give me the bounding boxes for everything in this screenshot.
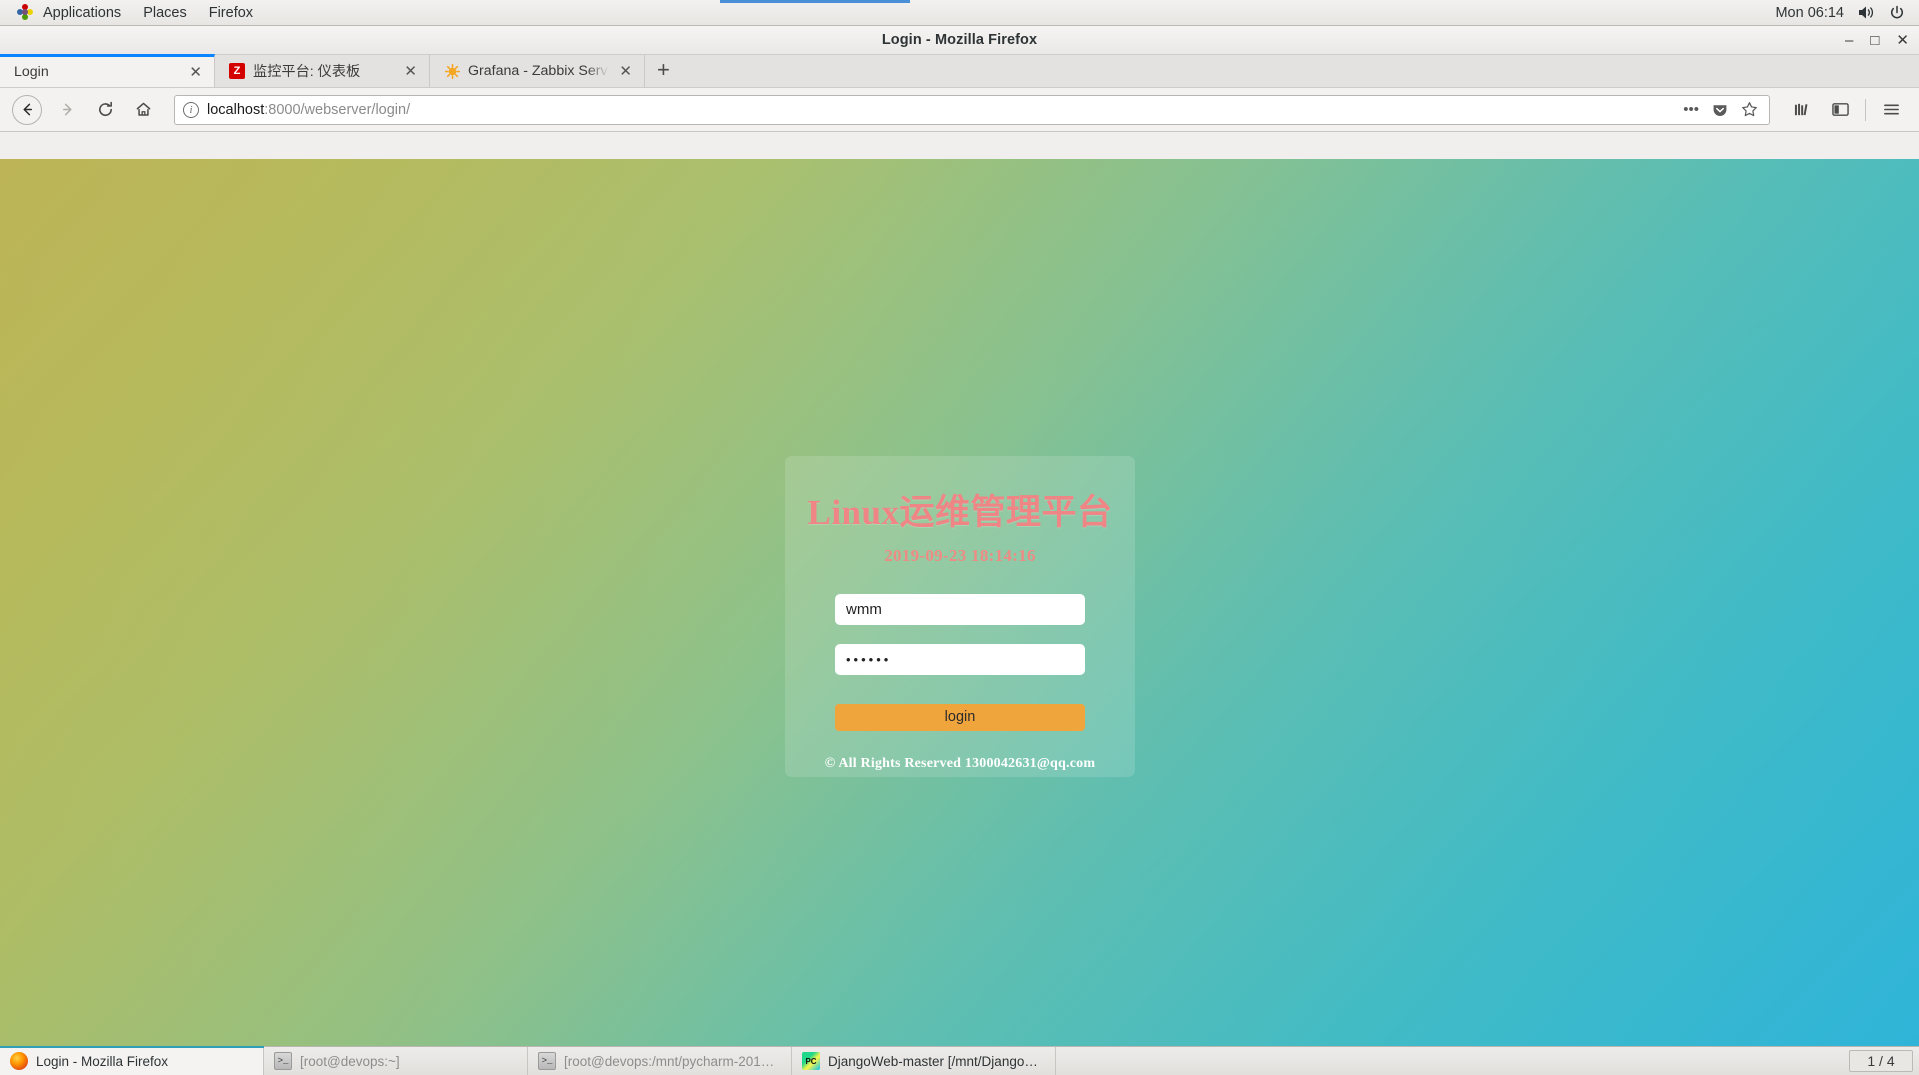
library-icon[interactable] [1786, 94, 1818, 126]
taskbar-item-terminal-2[interactable]: >_ [root@devops:/mnt/pycharm-2019.... [528, 1047, 792, 1075]
url-text: localhost:8000/webserver/login/ [207, 102, 1675, 118]
pocket-icon[interactable] [1712, 102, 1728, 118]
new-tab-button[interactable]: + [645, 59, 682, 83]
url-host: localhost [207, 101, 265, 118]
hamburger-menu-icon[interactable] [1875, 94, 1907, 126]
taskbar-item-terminal-1[interactable]: >_ [root@devops:~] [264, 1047, 528, 1075]
grafana-favicon [444, 63, 460, 79]
tab-zabbix-dashboard[interactable]: Z 监控平台: 仪表板 ✕ [215, 55, 430, 87]
tab-strip: Login ✕ Z 监控平台: 仪表板 ✕ Grafana - Zabbix S… [0, 54, 1919, 88]
window-title: Login - Mozilla Firefox [881, 32, 1038, 48]
clock[interactable]: Mon 06:14 [1775, 5, 1844, 21]
taskbar-item-label: [root@devops:/mnt/pycharm-2019.... [564, 1053, 781, 1069]
copyright-footer: © All Rights Reserved 1300042631@qq.com [824, 755, 1096, 771]
pycharm-icon: PC [802, 1052, 820, 1070]
toolbar-right-group [1786, 94, 1907, 126]
login-card: Linux运维管理平台 2019-09-23 18:14:16 login © … [785, 456, 1135, 777]
taskbar-spacer [1056, 1047, 1849, 1075]
username-input[interactable] [835, 593, 1085, 625]
firefox-icon [10, 1052, 28, 1070]
tab-label: 监控平台: 仪表板 [253, 64, 361, 80]
web-page-content: Linux运维管理平台 2019-09-23 18:14:16 login © … [0, 159, 1919, 1072]
forward-button[interactable] [50, 93, 84, 127]
window-list-taskbar: Login - Mozilla Firefox >_ [root@devops:… [0, 1046, 1919, 1075]
places-menu[interactable]: Places [132, 1, 198, 25]
page-actions-icon[interactable]: ••• [1683, 102, 1699, 117]
applications-menu-label: Applications [43, 4, 122, 21]
gnome-logo-icon [17, 4, 34, 21]
close-button[interactable]: ✕ [1896, 33, 1909, 48]
desktop-top-panel: Applications Places Firefox Mon 06:14 [0, 0, 1919, 26]
terminal-icon: >_ [274, 1052, 292, 1070]
taskbar-item-label: [root@devops:~] [300, 1053, 400, 1069]
window-controls: – □ ✕ [1845, 26, 1909, 55]
panel-accent-line [720, 0, 910, 3]
sidebar-icon[interactable] [1824, 94, 1856, 126]
firefox-window: Login - Mozilla Firefox – □ ✕ Login ✕ Z … [0, 26, 1919, 1072]
panel-menu-group: Applications Places Firefox [0, 1, 264, 25]
taskbar-accent-line [0, 1046, 264, 1048]
url-path: :8000/webserver/login/ [264, 101, 411, 118]
star-icon[interactable] [1741, 101, 1758, 118]
tab-grafana[interactable]: Grafana - Zabbix Server D ✕ [430, 55, 645, 87]
tab-label: Grafana - Zabbix Server D [468, 63, 609, 79]
speaker-icon[interactable] [1858, 5, 1875, 20]
taskbar-item-label: DjangoWeb-master [/mnt/DjangoW... [828, 1053, 1045, 1069]
toolbar-separator [1865, 98, 1866, 121]
terminal-icon: >_ [538, 1052, 556, 1070]
home-button[interactable] [126, 93, 160, 127]
url-action-group: ••• [1683, 101, 1761, 118]
workspace-switcher[interactable]: 1 / 4 [1849, 1050, 1913, 1072]
panel-status-group: Mon 06:14 [1775, 5, 1919, 21]
firefox-menu[interactable]: Firefox [198, 1, 264, 25]
tab-close-icon[interactable]: ✕ [187, 65, 204, 80]
login-button[interactable]: login [835, 703, 1085, 731]
navigation-toolbar: i localhost:8000/webserver/login/ ••• [0, 88, 1919, 132]
zabbix-favicon: Z [229, 63, 245, 79]
url-bar[interactable]: i localhost:8000/webserver/login/ ••• [174, 94, 1770, 125]
taskbar-item-firefox[interactable]: Login - Mozilla Firefox [0, 1047, 264, 1075]
back-button[interactable] [12, 94, 42, 125]
reload-button[interactable] [88, 93, 122, 127]
taskbar-item-label: Login - Mozilla Firefox [36, 1053, 169, 1069]
page-title: Linux运维管理平台 [807, 493, 1113, 532]
maximize-button[interactable]: □ [1870, 33, 1879, 48]
window-titlebar: Login - Mozilla Firefox – □ ✕ [0, 26, 1919, 55]
site-info-icon[interactable]: i [183, 101, 199, 118]
tab-label: Login [14, 64, 49, 80]
tab-login[interactable]: Login ✕ [0, 54, 215, 87]
password-input[interactable] [835, 643, 1085, 675]
tab-close-icon[interactable]: ✕ [402, 64, 419, 79]
tab-close-icon[interactable]: ✕ [617, 64, 634, 79]
taskbar-item-pycharm[interactable]: PC DjangoWeb-master [/mnt/DjangoW... [792, 1047, 1056, 1075]
server-timestamp: 2019-09-23 18:14:16 [884, 545, 1036, 565]
power-icon[interactable] [1889, 5, 1905, 21]
minimize-button[interactable]: – [1845, 33, 1853, 48]
applications-menu[interactable]: Applications [6, 1, 132, 25]
